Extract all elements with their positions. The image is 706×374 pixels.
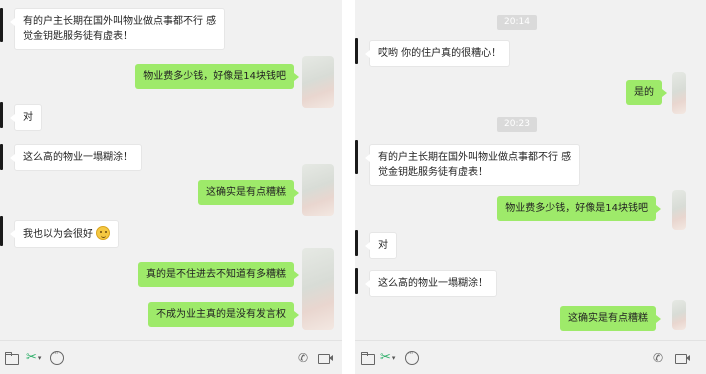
self-avatar[interactable] xyxy=(302,248,334,330)
scissors-icon[interactable]: ✂▾ xyxy=(380,351,396,365)
message-text-line: 觉金钥匙服务徒有虚表！ xyxy=(23,31,133,42)
self-avatar[interactable] xyxy=(302,56,334,108)
phone-icon[interactable]: ✆ xyxy=(653,351,666,365)
self-avatar[interactable] xyxy=(672,72,686,114)
contact-avatar[interactable] xyxy=(0,8,3,42)
message-text: 这么高的物业一塌糊涂！ xyxy=(23,152,133,163)
contact-avatar[interactable] xyxy=(355,38,358,64)
self-avatar[interactable] xyxy=(672,190,686,230)
contact-avatar[interactable] xyxy=(355,268,358,294)
message-text: 这么高的物业一塌糊涂！ xyxy=(378,278,488,289)
right-chat-pane: 20:14 哎哟 你的住户真的很糟心！ 是的 20:23 有的户主长期在国外叫物… xyxy=(355,0,706,374)
message-text-line: 有的户主长期在国外叫物业做点事都不行 感 xyxy=(378,152,572,163)
scissors-icon[interactable]: ✂▾ xyxy=(26,351,42,365)
message-text: 哎哟 你的住户真的很糟心！ xyxy=(378,48,502,59)
message-text: 物业费多少钱，好像是14块钱吧 xyxy=(505,203,648,214)
contact-avatar[interactable] xyxy=(0,102,3,128)
message-incoming[interactable]: 有的户主长期在国外叫物业做点事都不行 感 觉金钥匙服务徒有虚表！ xyxy=(364,144,581,186)
message-text: 是的 xyxy=(634,87,654,98)
chat-toolbar: ✂▾ ✆ xyxy=(355,340,706,374)
message-incoming[interactable]: 这么高的物业一塌糊涂！ xyxy=(365,270,497,297)
message-incoming[interactable]: 我也以为会很好 xyxy=(10,220,119,248)
message-text: 物业费多少钱，好像是14块钱吧 xyxy=(143,71,286,82)
message-outgoing[interactable]: 真的是不住进去不知道有多糟糕 xyxy=(138,262,299,287)
message-outgoing[interactable]: 这确实是有点糟糕 xyxy=(560,306,661,331)
message-incoming[interactable]: 对 xyxy=(365,232,397,259)
folder-icon[interactable] xyxy=(361,351,375,365)
self-avatar[interactable] xyxy=(302,164,334,216)
phone-icon[interactable]: ✆ xyxy=(298,351,311,365)
contact-avatar[interactable] xyxy=(0,216,3,246)
self-avatar[interactable] xyxy=(672,300,686,330)
chat-toolbar: ✂▾ ✆ xyxy=(0,340,342,374)
smile-emoji-icon xyxy=(96,226,110,240)
timestamp: 20:23 xyxy=(497,117,537,132)
message-incoming[interactable]: 这么高的物业一塌糊涂！ xyxy=(10,144,142,171)
message-incoming[interactable]: 哎哟 你的住户真的很糟心！ xyxy=(364,40,511,67)
contact-avatar[interactable] xyxy=(355,140,358,174)
message-outgoing[interactable]: 这确实是有点糟糕 xyxy=(198,180,299,205)
video-icon[interactable] xyxy=(675,351,691,365)
message-text: 这确实是有点糟糕 xyxy=(206,187,286,198)
message-incoming[interactable]: 对 xyxy=(10,104,42,131)
message-text: 对 xyxy=(23,112,33,123)
message-text: 不成为业主真的是没有发言权 xyxy=(156,309,286,320)
message-outgoing[interactable]: 物业费多少钱，好像是14块钱吧 xyxy=(497,196,661,221)
message-text: 对 xyxy=(378,240,388,251)
contact-avatar[interactable] xyxy=(355,230,358,256)
video-icon[interactable] xyxy=(318,351,334,365)
contact-avatar[interactable] xyxy=(0,144,3,170)
folder-icon[interactable] xyxy=(5,351,19,365)
message-text: 我也以为会很好 xyxy=(23,229,93,240)
emoji-icon[interactable] xyxy=(50,349,64,365)
message-incoming[interactable]: 有的户主长期在国外叫物业做点事都不行 感 觉金钥匙服务徒有虚表！ xyxy=(9,8,226,50)
message-outgoing[interactable]: 不成为业主真的是没有发言权 xyxy=(148,302,299,327)
message-text-line: 觉金钥匙服务徒有虚表！ xyxy=(378,167,488,178)
message-outgoing[interactable]: 是的 xyxy=(626,80,667,105)
message-text: 真的是不住进去不知道有多糟糕 xyxy=(146,269,286,280)
timestamp: 20:14 xyxy=(497,15,537,30)
emoji-icon[interactable] xyxy=(405,349,419,365)
message-text-line: 有的户主长期在国外叫物业做点事都不行 感 xyxy=(23,16,217,27)
left-chat-pane: 有的户主长期在国外叫物业做点事都不行 感 觉金钥匙服务徒有虚表！ 物业费多少钱，… xyxy=(0,0,342,374)
message-outgoing[interactable]: 物业费多少钱，好像是14块钱吧 xyxy=(135,64,299,89)
message-text: 这确实是有点糟糕 xyxy=(568,313,648,324)
